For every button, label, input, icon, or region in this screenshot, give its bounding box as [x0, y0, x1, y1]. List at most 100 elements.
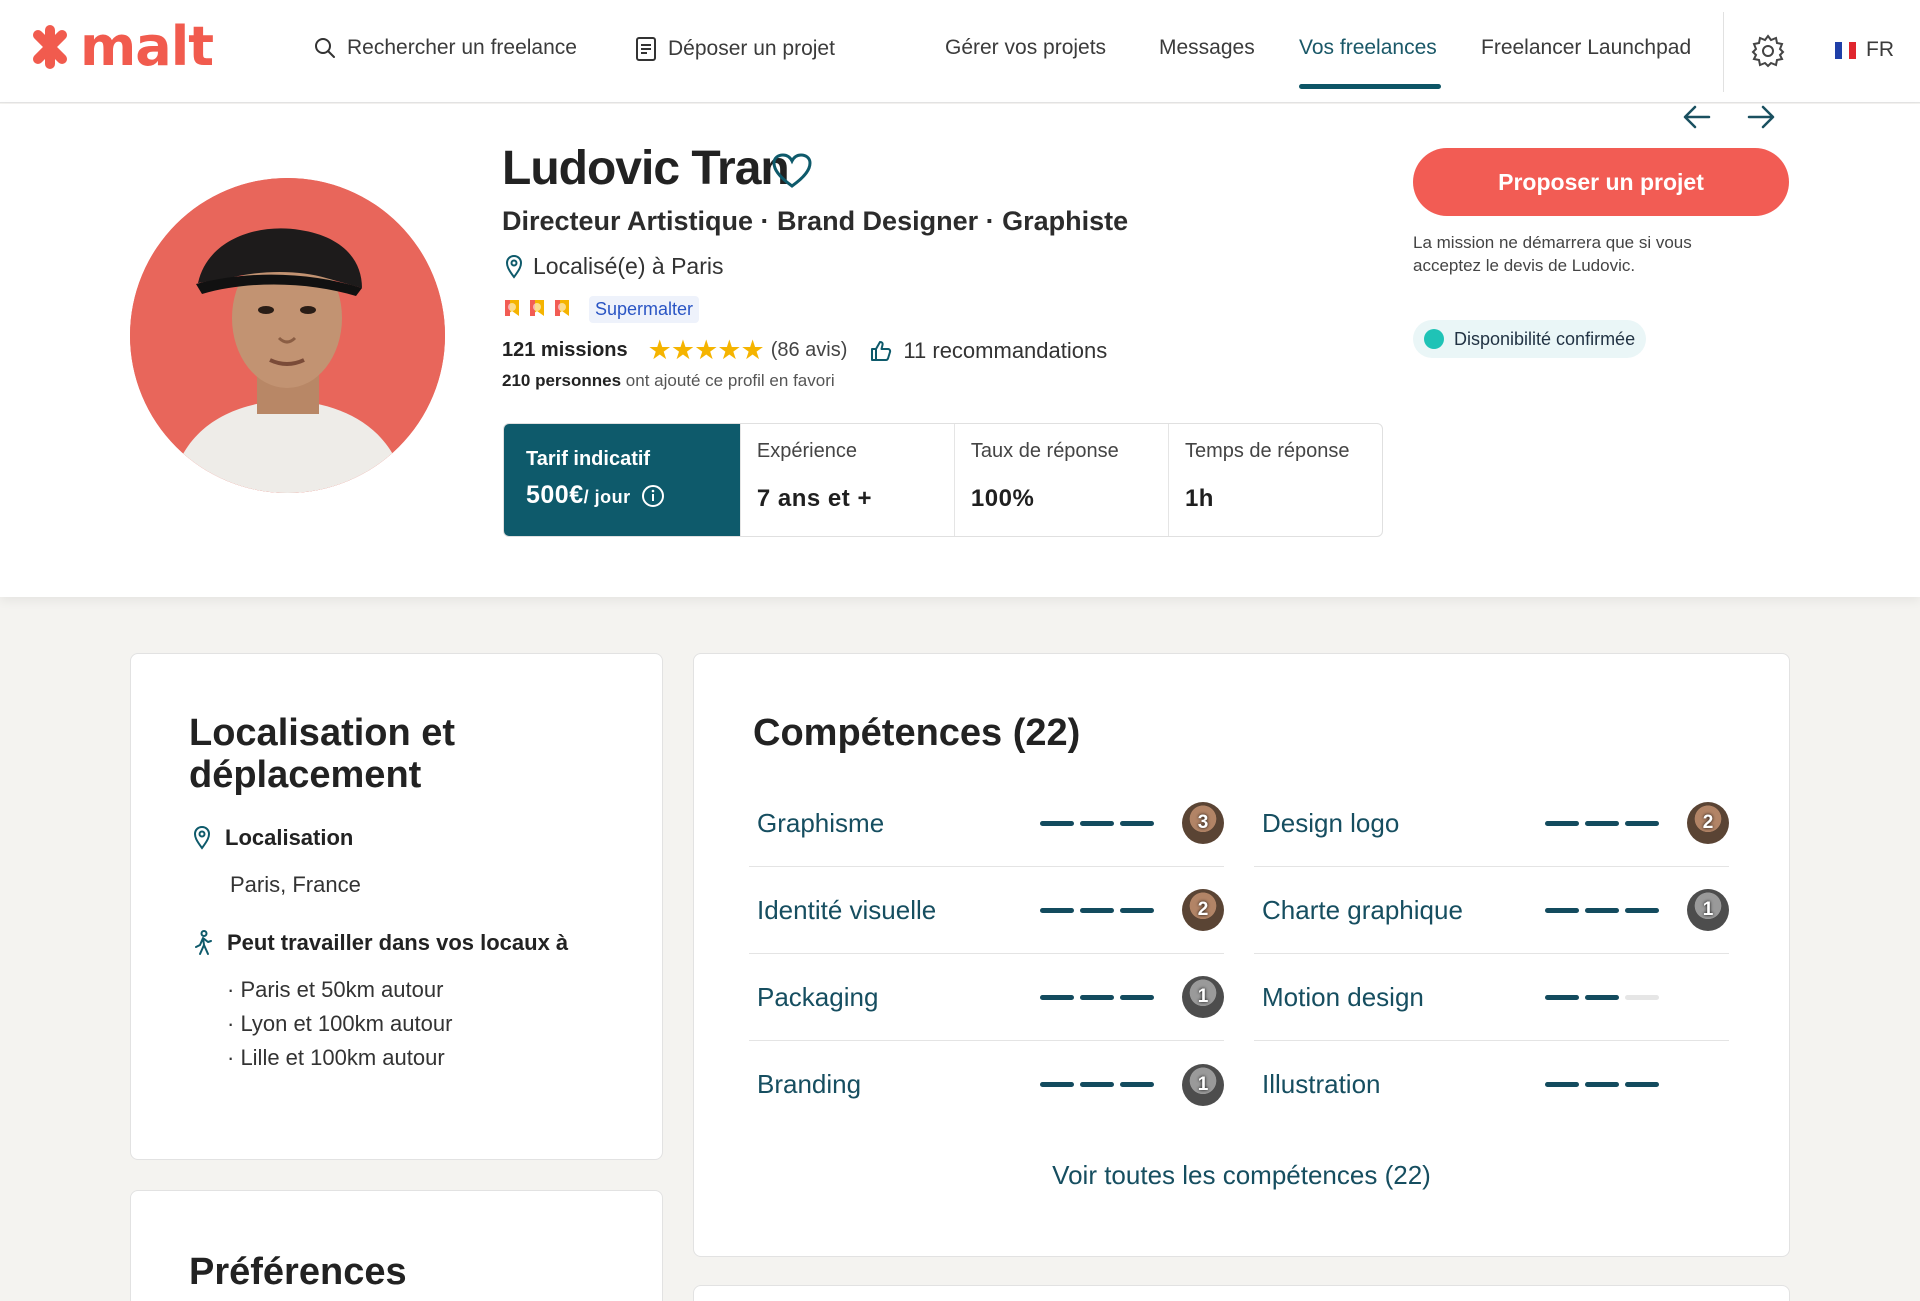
skill-name: Charte graphique	[1262, 894, 1463, 925]
skill-name: Illustration	[1262, 1069, 1381, 1099]
location-label: Localisation	[225, 825, 354, 850]
location-pin-icon	[505, 254, 523, 279]
skill-row[interactable]: Illustration	[1254, 1041, 1729, 1128]
favorite-heart-icon[interactable]	[772, 153, 812, 189]
rate-unit: / jour	[583, 487, 631, 507]
availability-badge: Disponibilité confirmée	[1413, 320, 1647, 358]
availability-dot-icon	[1424, 329, 1444, 349]
skill-level-bar	[1545, 820, 1659, 826]
level-segment	[1625, 907, 1659, 913]
nav-freelancer-launchpad[interactable]: Freelancer Launchpad	[1481, 36, 1691, 60]
skills-card: Compétences (22) Graphisme 3 Design logo…	[693, 653, 1790, 1257]
endorsement-avatar[interactable]: 2	[1182, 889, 1224, 931]
skill-row[interactable]: Motion design	[1254, 954, 1729, 1041]
level-segment	[1585, 1082, 1619, 1087]
endorsement-avatar[interactable]: 1	[1687, 889, 1729, 931]
skill-row[interactable]: Packaging 1	[749, 954, 1224, 1041]
list-item: · Lyon et 100km autour	[227, 1011, 453, 1036]
missions-count: 121 missions	[502, 339, 628, 361]
freelancer-location: Localisé(e) à Paris	[505, 253, 723, 280]
nav-messages[interactable]: Messages	[1159, 36, 1255, 60]
location-card: Localisation et déplacement Localisation…	[130, 653, 663, 1160]
endorsement-empty-slot	[1687, 1064, 1729, 1106]
skill-level-bar	[1545, 1082, 1659, 1087]
level-segment	[1120, 820, 1154, 826]
nav-post-project[interactable]: Déposer un projet	[634, 36, 835, 62]
supermalter-badge[interactable]: Supermalter	[589, 296, 700, 323]
level-segment	[1040, 820, 1074, 826]
endorsement-avatar[interactable]: 1	[1182, 1063, 1224, 1106]
skill-name: Identité visuelle	[757, 894, 937, 925]
skill-level-bar	[1040, 1082, 1154, 1087]
rate-value-row: 500€/ jour	[526, 481, 718, 510]
level-segment	[1120, 994, 1154, 1000]
thumbs-up-icon	[871, 340, 892, 361]
location-card-title: Localisation et déplacement	[189, 712, 456, 796]
cta-note: La mission ne démarrera que si vous acce…	[1413, 233, 1692, 275]
freelancer-name: Ludovic Tran	[502, 142, 790, 195]
malt-logo[interactable]: malt	[26, 20, 214, 74]
favorites-text: ont ajouté ce profil en favori	[621, 371, 835, 390]
next-profile-arrow-icon[interactable]	[1746, 104, 1776, 130]
medal-icon	[555, 299, 569, 316]
star-icon: ★	[694, 335, 718, 365]
level-segment	[1625, 994, 1659, 1000]
language-label: FR	[1866, 38, 1894, 61]
skills-grid: Graphisme 3 Design logo 2 Identité visue…	[749, 780, 1735, 1128]
reviews-count[interactable]: (86 avis)	[771, 339, 848, 362]
travel-row: Peut travailler dans vos locaux à	[193, 930, 568, 956]
endorsement-avatar[interactable]: 1	[1182, 976, 1224, 1018]
level-segment	[1080, 907, 1114, 913]
skill-name: Motion design	[1262, 981, 1424, 1012]
skill-level-bar	[1040, 820, 1154, 826]
response-time-value: 1h	[1184, 485, 1214, 512]
level-segment	[1545, 1082, 1579, 1087]
nav-search-label: Rechercher un freelance	[347, 36, 577, 59]
location-row: Localisation	[193, 825, 353, 851]
location-text: Localisé(e) à Paris	[533, 253, 724, 279]
skill-row[interactable]: Graphisme 3	[749, 780, 1224, 867]
level-segment	[1040, 1082, 1074, 1087]
star-icon: ★	[740, 335, 765, 365]
availability-label: Disponibilité confirmée	[1454, 328, 1636, 349]
nav-launchpad-label: Freelancer Launchpad	[1481, 36, 1692, 59]
travel-list: · Paris et 50km autour · Lyon et 100km a…	[227, 973, 452, 1075]
info-icon[interactable]	[641, 484, 665, 508]
nav-your-freelancers[interactable]: Vos freelances	[1299, 36, 1437, 60]
endorsement-empty-slot	[1687, 976, 1729, 1018]
language-selector[interactable]: FR	[1835, 38, 1894, 62]
endorsement-avatar[interactable]: 3	[1182, 802, 1224, 844]
level-segment	[1040, 994, 1074, 1000]
see-all-skills-link[interactable]: Voir toutes les compétences (22)	[694, 1160, 1789, 1191]
endorsement-avatar[interactable]: 2	[1687, 802, 1729, 844]
skill-name: Packaging	[757, 981, 879, 1012]
skill-row[interactable]: Identité visuelle 2	[749, 867, 1224, 954]
nav-messages-label: Messages	[1159, 36, 1255, 59]
skill-row[interactable]: Design logo 2	[1254, 780, 1729, 867]
badges-row: Supermalter	[502, 296, 700, 323]
endorsement-count: 1	[1702, 899, 1714, 920]
level-segment	[1585, 907, 1619, 913]
endorsement-count: 1	[1197, 986, 1209, 1007]
level-segment	[1080, 1082, 1114, 1087]
level-segment	[1545, 907, 1579, 913]
nav-post-label: Déposer un projet	[668, 37, 835, 60]
recommendations[interactable]: 11 recommandations	[869, 338, 1107, 364]
gear-icon[interactable]	[1750, 33, 1786, 69]
nav-manage-projects[interactable]: Gérer vos projets	[945, 36, 1106, 60]
skill-row[interactable]: Charte graphique 1	[1254, 867, 1729, 954]
level-segment	[1120, 1082, 1154, 1087]
nav-search-freelance[interactable]: Rechercher un freelance	[313, 36, 577, 60]
endorsement-count: 2	[1197, 899, 1209, 920]
list-item: · Lille et 100km autour	[227, 1045, 445, 1070]
skill-name: Graphisme	[757, 807, 885, 838]
rating-stars[interactable]: ★ ★ ★ ★ ★	[648, 335, 765, 366]
profile-photo	[130, 178, 445, 493]
medal-icon	[530, 299, 544, 316]
experience-value: 7 ans et +	[756, 485, 872, 512]
travel-label: Peut travailler dans vos locaux à	[227, 930, 569, 955]
skill-row[interactable]: Branding 1	[749, 1041, 1224, 1128]
previous-profile-arrow-icon[interactable]	[1682, 104, 1712, 130]
favorites-count: 210 personnes	[502, 371, 622, 390]
propose-project-button[interactable]: Proposer un projet	[1413, 148, 1789, 216]
